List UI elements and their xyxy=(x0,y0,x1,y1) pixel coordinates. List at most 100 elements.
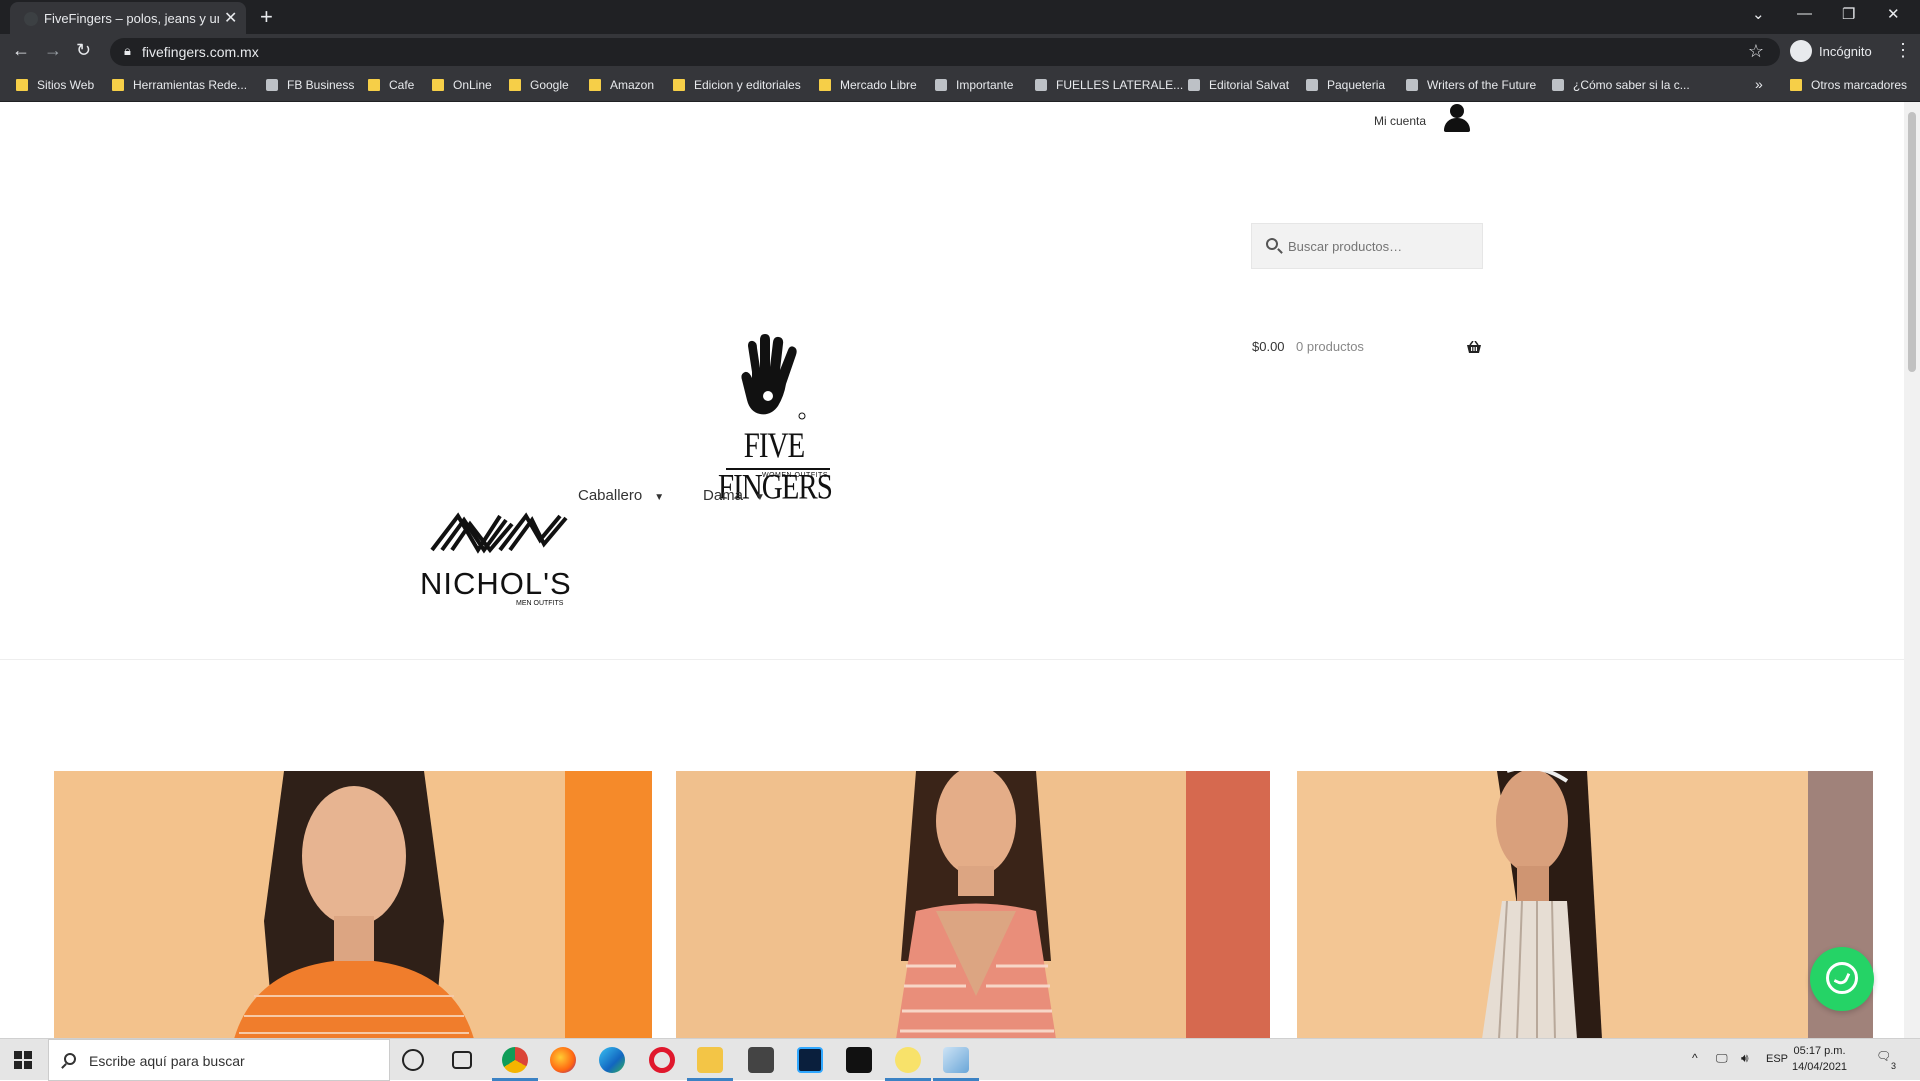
page-scrollbar[interactable] xyxy=(1904,102,1920,1038)
search-input[interactable] xyxy=(1286,234,1476,258)
opera-icon[interactable] xyxy=(649,1047,675,1073)
bookmark-fb-business[interactable]: FB Business xyxy=(266,78,354,92)
forward-arrow-icon[interactable]: → xyxy=(44,40,62,61)
product-image-2[interactable] xyxy=(676,771,1270,1038)
bookmark-sitios-web[interactable]: Sitios Web xyxy=(16,78,94,92)
restore-button[interactable]: ❐ xyxy=(1842,5,1855,23)
folder-icon xyxy=(589,79,601,91)
bookmark-online[interactable]: OnLine xyxy=(432,78,492,92)
cortana-icon[interactable] xyxy=(402,1049,424,1071)
my-account-link[interactable]: Mi cuenta xyxy=(1374,114,1426,128)
page-icon xyxy=(1552,79,1564,91)
tab-close-icon[interactable]: ✕ xyxy=(224,8,237,28)
volume-icon[interactable]: 🔊︎ xyxy=(1741,1051,1749,1066)
clock-time: 05:17 p.m. xyxy=(1793,1045,1846,1057)
tab-title: FiveFingers – polos, jeans y unifo xyxy=(44,11,219,26)
nichols-tagline: MEN OUTFITS xyxy=(516,600,564,607)
color-stripe xyxy=(1186,771,1270,1038)
taskbar-search-placeholder: Escribe aquí para buscar xyxy=(89,1053,245,1069)
chevron-down-icon: ▼ xyxy=(755,492,765,503)
model-photo xyxy=(234,771,474,1038)
tab-search-icon[interactable]: ⌄ xyxy=(1752,5,1765,23)
whatsapp-chat-button[interactable] xyxy=(1810,947,1874,1011)
nichols-stripes-icon xyxy=(430,512,568,554)
bookmark-google[interactable]: Google xyxy=(509,78,569,92)
chrome-icon[interactable] xyxy=(492,1047,538,1081)
five-fingers-logo[interactable]: FIVE FINGERS WOMEN OUTFITS xyxy=(718,334,838,507)
site-favicon-icon xyxy=(24,12,38,26)
windows-start-icon[interactable] xyxy=(14,1051,32,1069)
back-arrow-icon[interactable]: ← xyxy=(12,40,30,61)
photoshop-icon[interactable] xyxy=(797,1047,823,1073)
firefox-icon[interactable] xyxy=(550,1047,576,1073)
search-icon xyxy=(1266,238,1278,250)
browser-tab-strip: FiveFingers – polos, jeans y unifo ✕ + ⌄… xyxy=(0,0,1920,34)
close-window-button[interactable]: ✕ xyxy=(1887,5,1900,23)
emoji-app-icon[interactable] xyxy=(885,1047,931,1081)
language-indicator[interactable]: ESP xyxy=(1766,1053,1788,1065)
scrollbar-thumb[interactable] xyxy=(1908,112,1916,372)
page-icon xyxy=(1188,79,1200,91)
new-tab-button[interactable]: + xyxy=(260,4,273,30)
incognito-icon xyxy=(1790,40,1812,62)
reload-icon[interactable]: ↻ xyxy=(76,40,91,61)
network-icon[interactable]: 🖵︎ xyxy=(1716,1051,1728,1066)
logo-underline xyxy=(726,468,830,470)
bookmark-star-icon[interactable]: ☆ xyxy=(1748,41,1764,62)
folder-icon xyxy=(432,79,444,91)
notifications-icon[interactable]: 🗨︎ xyxy=(1876,1049,1891,1063)
bookmark-amazon[interactable]: Amazon xyxy=(589,78,654,92)
camera-app-icon[interactable] xyxy=(846,1047,872,1073)
bookmark-mercado-libre[interactable]: Mercado Libre xyxy=(819,78,917,92)
calculator-icon[interactable] xyxy=(748,1047,774,1073)
search-icon xyxy=(64,1053,76,1065)
taskbar-clock[interactable]: 05:17 p.m. 14/04/2021 xyxy=(1792,1043,1847,1075)
globe-icon xyxy=(1035,79,1047,91)
lock-icon: 🔒︎ xyxy=(124,43,131,58)
product-image-1[interactable] xyxy=(54,771,652,1038)
nichols-logo[interactable]: NICHOL'S MEN OUTFITS xyxy=(420,510,571,610)
cart-amount: $0.00 xyxy=(1252,339,1285,354)
address-bar[interactable]: 🔒︎ fivefingers.com.mx ☆ xyxy=(110,38,1780,66)
model-photo xyxy=(1482,771,1602,1038)
page-icon xyxy=(266,79,278,91)
menu-dama[interactable]: Dama ▼ xyxy=(703,487,765,504)
folder-icon xyxy=(16,79,28,91)
bookmark-fuelles[interactable]: FUELLES LATERALE... xyxy=(1035,78,1183,92)
bookmark-editorial-salvat[interactable]: Editorial Salvat xyxy=(1188,78,1289,92)
user-icon[interactable] xyxy=(1442,102,1472,134)
bookmark-otros-marcadores[interactable]: Otros marcadores xyxy=(1790,78,1907,92)
basket-icon xyxy=(1467,341,1481,353)
tray-chevron-icon[interactable]: ^ xyxy=(1692,1051,1698,1065)
cart-summary[interactable]: $0.00 0 productos xyxy=(1252,339,1484,359)
header-divider xyxy=(0,659,1904,660)
browser-menu-icon[interactable]: ⋮ xyxy=(1894,40,1912,61)
bookmark-herramientas[interactable]: Herramientas Rede... xyxy=(112,78,247,92)
bookmark-paqueteria[interactable]: Paqueteria xyxy=(1306,78,1385,92)
task-view-icon[interactable] xyxy=(452,1051,472,1069)
folder-icon xyxy=(368,79,380,91)
incognito-profile-button[interactable]: Incógnito xyxy=(1790,38,1890,66)
taskbar-search[interactable]: Escribe aquí para buscar xyxy=(48,1039,390,1081)
clock-date: 14/04/2021 xyxy=(1792,1061,1848,1073)
page-icon xyxy=(935,79,947,91)
more-bookmarks-icon[interactable]: » xyxy=(1755,76,1763,92)
bookmark-edicion[interactable]: Edicion y editoriales xyxy=(673,78,801,92)
browser-tab[interactable]: FiveFingers – polos, jeans y unifo ✕ xyxy=(10,2,246,34)
incognito-label: Incógnito xyxy=(1819,44,1872,59)
bookmark-como-saber[interactable]: ¿Cómo saber si la c... xyxy=(1552,78,1690,92)
bookmark-cafe[interactable]: Cafe xyxy=(368,78,414,92)
edge-icon[interactable] xyxy=(599,1047,625,1073)
bookmark-importante[interactable]: Importante xyxy=(935,78,1013,92)
menu-caballero[interactable]: Caballero ▼ xyxy=(578,487,664,504)
model-photo xyxy=(896,771,1056,1038)
browser-toolbar: ← → ↻ 🔒︎ fivefingers.com.mx ☆ Incógnito xyxy=(0,34,1920,70)
minimize-button[interactable]: — xyxy=(1797,5,1812,22)
file-explorer-icon[interactable] xyxy=(687,1047,733,1081)
folder-icon xyxy=(819,79,831,91)
notes-app-icon[interactable] xyxy=(933,1047,979,1081)
product-image-3[interactable] xyxy=(1297,771,1873,1038)
page-icon xyxy=(1306,79,1318,91)
address-url[interactable]: fivefingers.com.mx xyxy=(142,44,259,60)
bookmark-writers-future[interactable]: Writers of the Future xyxy=(1406,78,1536,92)
